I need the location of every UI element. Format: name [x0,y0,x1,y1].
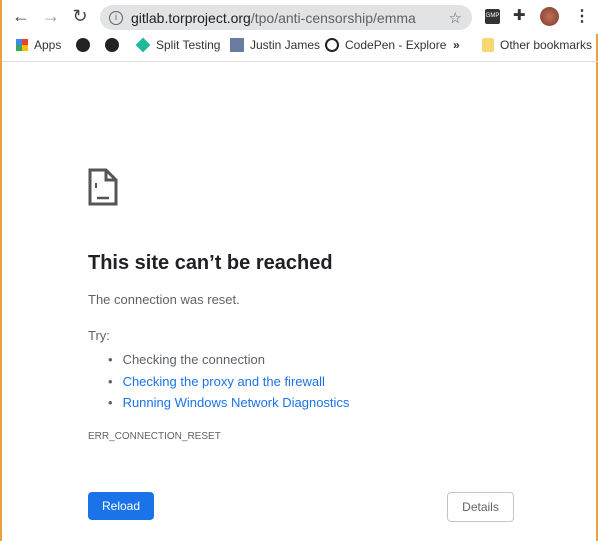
network-diagnostics-link[interactable]: Running Windows Network Diagnostics [123,395,350,410]
star-icon[interactable]: ☆ [449,9,462,27]
diamond-icon [135,37,151,53]
suggestions-list: Checking the connection Checking the pro… [108,349,350,414]
browser-toolbar: ← → ↻ i gitlab.torproject.org/tpo/anti-c… [2,0,598,34]
details-button[interactable]: Details [447,492,514,522]
gmp-extension-icon[interactable]: GMP [485,9,500,24]
globe-icon [105,38,119,52]
suggestion-item: Running Windows Network Diagnostics [108,392,350,414]
bookmarks-overflow-button[interactable]: » [453,38,460,52]
suggestion-item: Checking the connection [108,349,349,371]
bookmark-codepen[interactable]: CodePen - Explore [325,38,446,52]
menu-kebab-icon[interactable]: ⋮ [574,6,590,26]
address-bar[interactable]: i gitlab.torproject.org/tpo/anti-censors… [100,5,472,30]
reload-icon[interactable]: ↻ [69,6,91,27]
bookmark-split-testing[interactable]: Split Testing [135,37,220,53]
try-label: Try: [88,328,110,343]
apps-grid-icon [16,39,28,51]
sad-page-icon [88,168,118,206]
forward-icon[interactable]: → [40,6,62,27]
avatar-icon [230,38,244,52]
bookmarks-bar: Apps Split Testing Justin James CodePen … [2,34,598,58]
bookmark-apps[interactable]: Apps [16,38,61,52]
suggestion-item: Checking the proxy and the firewall [108,371,349,393]
other-bookmarks[interactable]: Other bookmarks [482,38,592,52]
globe-icon [76,38,90,52]
proxy-firewall-link[interactable]: Checking the proxy and the firewall [123,374,325,389]
codepen-icon [325,38,339,52]
profile-avatar[interactable] [540,7,559,26]
url-path: /tpo/anti-censorship/emma [250,9,416,26]
error-code: ERR_CONNECTION_RESET [88,431,221,442]
bookmark-justin-james[interactable]: Justin James [230,38,320,52]
folder-icon [482,38,494,52]
bookmark-globe-1[interactable] [76,38,96,52]
back-icon[interactable]: ← [10,6,32,27]
divider [2,61,598,62]
error-title: This site can’t be reached [88,252,333,274]
error-message: The connection was reset. [88,292,240,307]
reload-button[interactable]: Reload [88,492,154,520]
puzzle-extensions-icon[interactable]: ✚ [513,6,526,24]
info-icon[interactable]: i [109,10,123,25]
url-host: gitlab.torproject.org [131,9,251,26]
bookmark-globe-2[interactable] [105,38,125,52]
